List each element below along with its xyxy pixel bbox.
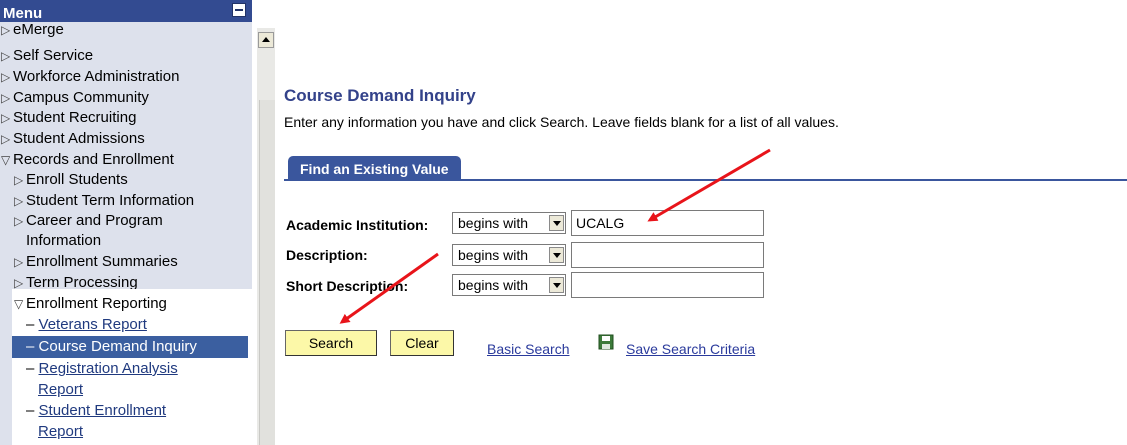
annotation-arrow bbox=[647, 148, 771, 222]
annotation-arrow bbox=[339, 252, 439, 324]
annotation-arrows bbox=[339, 148, 771, 324]
